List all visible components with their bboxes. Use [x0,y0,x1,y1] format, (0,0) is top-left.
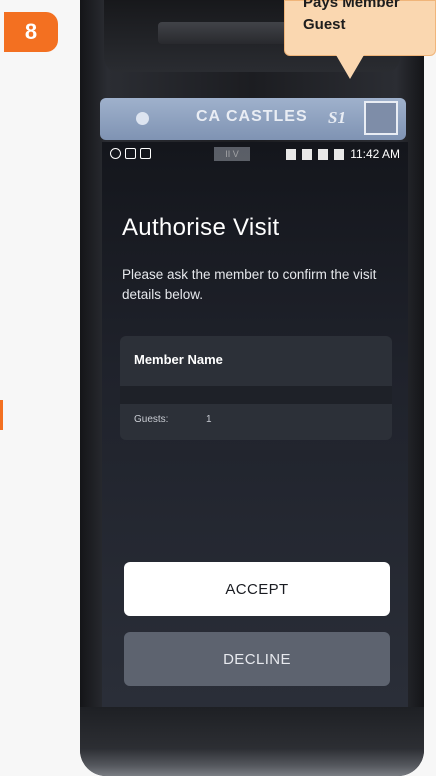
accept-button[interactable]: ACCEPT [124,562,390,616]
status-time: 11:42 AM [350,147,400,161]
brand-strip: CA CASTLES S1 [100,98,406,140]
status-icons-right: 11:42 AM [286,147,400,161]
brand-logo: CA CASTLES [196,108,308,125]
step-number: 8 [24,19,38,44]
nfc-icon [286,148,297,160]
status-bar: II V 11:42 AM [102,146,408,164]
callout-line-1: Pays Member [303,0,400,11]
guests-value: 1 [206,414,212,425]
status-icons-left [110,148,151,159]
decline-button[interactable]: DECLINE [124,632,390,686]
terminal-screen: II V 11:42 AM Authorise Visit Please ask… [102,142,408,707]
member-name: Member Name [134,352,223,367]
status-center: II V [214,147,250,161]
callout-pointer [336,55,364,79]
edge-mark [0,400,3,430]
sim-icon [125,148,136,159]
guests-label: Guests: [134,414,169,425]
led-indicator [136,112,149,125]
page-title: Authorise Visit [122,214,280,241]
visit-details-card: Member Name Guests: 1 [120,336,392,440]
eye-icon [110,148,121,159]
battery-icon [334,148,345,160]
card-icon [140,148,151,159]
signal-icon [318,148,329,160]
bottom-bezel [80,707,424,776]
instruction-text: Please ask the member to confirm the vis… [122,267,377,302]
card-divider [120,386,392,404]
camera-window [364,101,398,135]
step-badge: 8 [4,12,58,52]
model-label: S1 [328,108,346,127]
callout-line-2: Guest [303,16,346,33]
callout-box: Pays Member Guest [284,0,436,56]
payment-terminal: CA CASTLES S1 II V 11:42 AM Authorise Vi… [80,0,424,776]
wifi-icon [302,148,313,160]
